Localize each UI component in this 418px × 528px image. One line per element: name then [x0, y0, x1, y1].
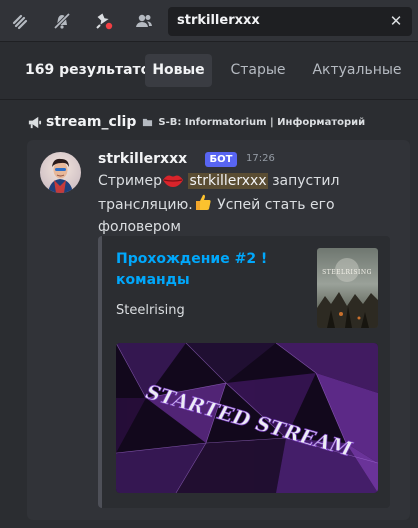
threads-icon[interactable] [9, 10, 31, 32]
bot-badge: БОТ [205, 152, 237, 167]
channel-category: S-B: Informatorium | Информаторий [158, 116, 366, 128]
avatar[interactable] [40, 152, 81, 193]
tab-relevant[interactable]: Актуальные [306, 54, 408, 87]
members-icon[interactable] [133, 10, 155, 32]
tab-newest[interactable]: Новые [145, 54, 212, 87]
thumb-title: STEELRISING [322, 269, 372, 276]
embed-thumbnail[interactable]: STEELRISING [317, 248, 378, 328]
embed-game-name: Steelrising [116, 303, 185, 318]
message-text-start: Стример [98, 173, 162, 189]
search-highlight: strkillerxxx [188, 173, 268, 189]
pin-icon[interactable] [93, 10, 115, 32]
channel-name: stream_clip [46, 114, 137, 130]
lips-emoji-icon [162, 175, 183, 187]
results-bar: 169 результатов Новые Старые Актуальные [0, 42, 418, 100]
message-content: Стример strkillerxxx запустил трансляцию… [98, 170, 398, 238]
toolbar: strkillerxxx ✕ [0, 0, 418, 42]
embed-title-link[interactable]: Прохождение #2 ! команды [116, 249, 296, 291]
search-query: strkillerxxx [177, 13, 260, 28]
results-count: 169 результатов [25, 62, 160, 78]
megaphone-icon [28, 116, 42, 128]
close-icon[interactable]: ✕ [386, 11, 406, 31]
tab-oldest[interactable]: Старые [223, 54, 293, 87]
embed: Прохождение #2 ! команды Steelrising STE… [98, 236, 390, 508]
search-result-message[interactable]: strkillerxxx БОТ 17:26 Стример strkiller… [27, 140, 410, 520]
author-name[interactable]: strkillerxxx [98, 151, 187, 167]
embed-image[interactable]: STARTED STREAM [116, 343, 378, 493]
search-input[interactable]: strkillerxxx ✕ [168, 7, 412, 36]
thumbs-up-emoji-icon [195, 194, 211, 210]
mute-bell-icon[interactable] [51, 10, 73, 32]
timestamp: 17:26 [246, 153, 275, 164]
channel-header[interactable]: stream_clip S-B: Informatorium | Информа… [27, 112, 365, 132]
folder-icon [143, 118, 153, 126]
